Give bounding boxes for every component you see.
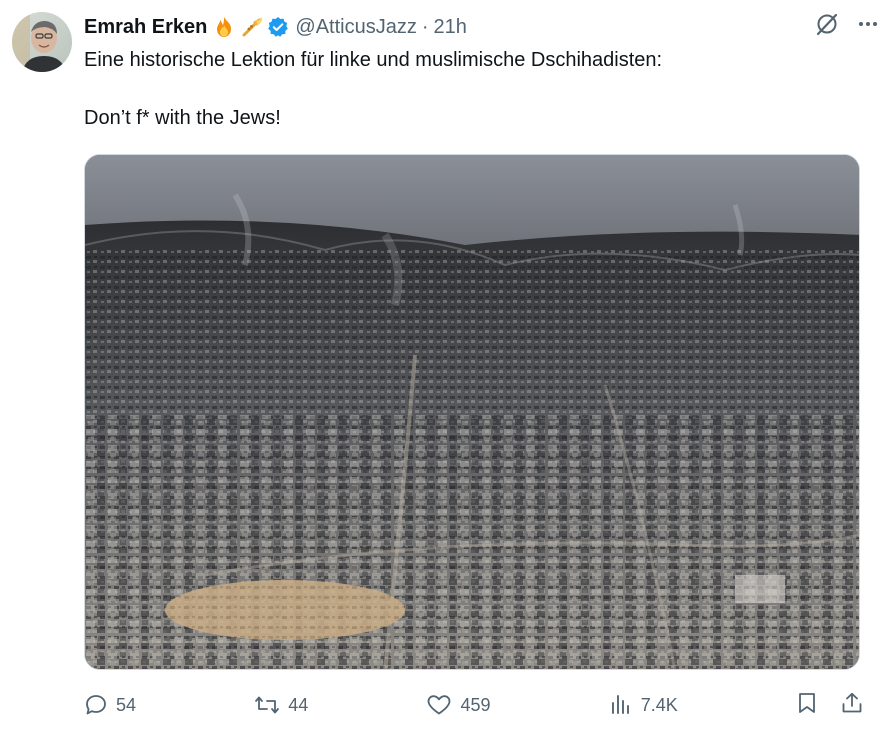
views-chart-icon [611, 695, 629, 714]
heart-icon [428, 695, 451, 715]
reply-button[interactable]: 54 [84, 693, 136, 717]
share-button[interactable] [840, 691, 864, 720]
user-handle[interactable]: @AtticusJazz [295, 16, 416, 39]
tweet-line-1: Eine historische Lektion für linke und m… [84, 49, 663, 71]
avatar[interactable] [12, 12, 72, 72]
tweet-actions: 54 44 459 7.4K [84, 688, 864, 722]
tweet[interactable]: Emrah Erken @AtticusJazz · 21h Eine hist… [0, 0, 892, 738]
repost-icon [255, 696, 280, 714]
trumpet-emoji-icon [241, 16, 263, 38]
tweet-image[interactable] [84, 154, 860, 670]
aerial-city-photo [85, 155, 859, 669]
views-button[interactable]: 7.4K [609, 693, 678, 717]
reply-count: 54 [116, 694, 137, 715]
like-count: 459 [460, 694, 491, 715]
verified-badge-icon[interactable] [267, 16, 289, 38]
like-button[interactable]: 459 [426, 693, 491, 717]
share-icon [842, 692, 862, 712]
secondary-actions [796, 691, 864, 720]
fire-emoji-icon [213, 16, 235, 38]
tweet-header: Emrah Erken @AtticusJazz · 21h [84, 12, 880, 42]
avatar-photo [12, 12, 72, 72]
tweet-text: Eine historische Lektion für linke und m… [84, 46, 872, 133]
header-actions [814, 12, 880, 42]
repost-count: 44 [288, 694, 309, 715]
header-separator: · [421, 15, 429, 38]
bookmark-icon [799, 692, 815, 713]
views-count: 7.4K [640, 694, 678, 715]
more-options-icon[interactable] [856, 12, 880, 42]
bookmark-button[interactable] [796, 691, 818, 720]
timestamp[interactable]: 21h [434, 16, 467, 39]
grok-icon[interactable] [814, 11, 840, 43]
reply-icon [86, 695, 106, 715]
repost-button[interactable]: 44 [254, 693, 308, 717]
display-name[interactable]: Emrah Erken [84, 16, 207, 39]
tweet-line-2: Don’t f* with the Jews! [84, 107, 281, 129]
